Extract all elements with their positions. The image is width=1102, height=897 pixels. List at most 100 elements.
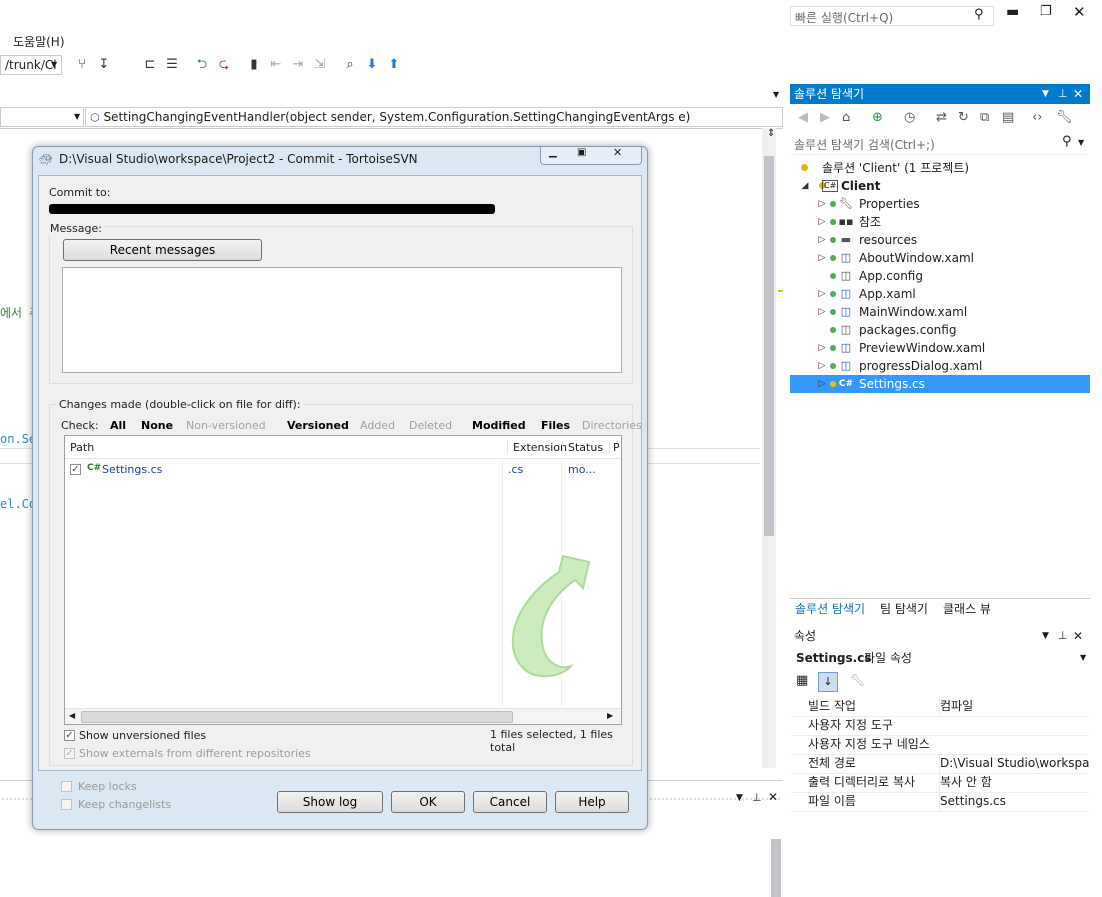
keep-locks-checkbox[interactable] bbox=[61, 781, 72, 792]
filter-added[interactable]: Added bbox=[360, 419, 395, 432]
property-value[interactable]: 컴파일 bbox=[939, 697, 1090, 716]
code-view-icon[interactable]: ‹› bbox=[1032, 110, 1042, 125]
type-combo[interactable]: ▼ bbox=[0, 107, 84, 127]
table-row[interactable]: ✓ C# Settings.cs .cs mo... bbox=[65, 462, 621, 478]
expand-arrow-icon[interactable]: ▷ bbox=[817, 357, 827, 375]
restore-button[interactable]: ❐ bbox=[1040, 4, 1052, 19]
member-combo[interactable]: ⬡ SettingChangingEventHandler(object sen… bbox=[85, 107, 783, 127]
show-unversioned-checkbox[interactable]: ✓ bbox=[64, 730, 75, 741]
split-icon[interactable]: ⇕ bbox=[767, 128, 775, 139]
help-button[interactable]: Help bbox=[555, 791, 629, 813]
tree-item[interactable]: ▷ ▬ resources bbox=[790, 231, 1090, 249]
expand-arrow-icon[interactable]: ▷ bbox=[817, 285, 827, 303]
column-status[interactable]: Status bbox=[562, 441, 603, 454]
message-textarea[interactable] bbox=[62, 267, 622, 373]
column-property[interactable]: P bbox=[609, 441, 620, 454]
collapse-icon[interactable]: ⧉ bbox=[980, 110, 989, 125]
pin-icon[interactable]: ⊥ bbox=[1058, 84, 1068, 104]
expand-arrow-icon[interactable]: ▷ bbox=[817, 249, 827, 267]
expand-arrow-icon[interactable]: ▷ bbox=[817, 213, 827, 231]
dropdown-icon[interactable]: ▼ bbox=[1042, 84, 1049, 104]
comment-icon[interactable]: ⮌ bbox=[194, 57, 210, 73]
wrench-icon[interactable]: 🔧︎ bbox=[1056, 110, 1073, 125]
filter-none[interactable]: None bbox=[141, 419, 173, 432]
close-button[interactable]: ✕ bbox=[613, 146, 622, 159]
clear-bookmark-icon[interactable]: ⇲ bbox=[312, 57, 328, 73]
close-button[interactable]: ✕ bbox=[1073, 3, 1086, 21]
back-icon[interactable]: ◀ bbox=[798, 110, 808, 125]
tree-item[interactable]: ◫ App.config bbox=[790, 267, 1090, 285]
forward-icon[interactable]: ▶ bbox=[820, 110, 830, 125]
pin-icon[interactable]: ⊥ bbox=[1058, 626, 1068, 646]
show-log-button[interactable]: Show log bbox=[277, 791, 383, 813]
solution-search-input[interactable]: 솔루션 탐색기 검색(Ctrl+;) bbox=[794, 136, 935, 153]
property-row[interactable]: 사용자 지정 도구 네임스 bbox=[790, 735, 1090, 755]
tab-team-explorer[interactable]: 팀 탐색기 bbox=[880, 599, 928, 619]
expand-arrow-icon[interactable]: ▷ bbox=[817, 339, 827, 357]
pending-changes-icon[interactable]: ⊕ bbox=[872, 110, 883, 125]
property-row[interactable]: 전체 경로 D:\Visual Studio\workspac bbox=[790, 754, 1090, 774]
sync-icon[interactable]: ⇄ bbox=[936, 110, 947, 125]
property-value[interactable]: 복사 안 함 bbox=[939, 773, 1090, 792]
outline-icon[interactable]: ☰ bbox=[164, 57, 180, 73]
column-extension[interactable]: Extension bbox=[507, 441, 567, 454]
scrollbar-thumb[interactable] bbox=[764, 156, 774, 536]
merge-icon[interactable]: ⑂ bbox=[74, 57, 90, 73]
recent-messages-button[interactable]: Recent messages bbox=[63, 239, 262, 261]
show-externals-checkbox[interactable]: ✓ bbox=[64, 748, 75, 759]
output-scrollbar[interactable] bbox=[771, 839, 781, 897]
solution-node[interactable]: 솔루션 'Client' (1 프로젝트) bbox=[790, 159, 1090, 177]
pin-icon[interactable]: ⊥ bbox=[752, 791, 762, 804]
categorized-icon[interactable]: ▦ bbox=[796, 673, 808, 688]
dropdown-icon[interactable]: ▼ bbox=[736, 793, 743, 803]
alphabetical-icon[interactable]: ↓ bbox=[818, 672, 838, 692]
filter-non-versioned[interactable]: Non-versioned bbox=[186, 419, 266, 432]
scroll-right-icon[interactable]: ▶ bbox=[607, 711, 613, 720]
property-row[interactable]: 사용자 지정 도구 bbox=[790, 716, 1090, 736]
expand-arrow-icon[interactable]: ▷ bbox=[817, 195, 827, 213]
refresh-icon[interactable]: ↻ bbox=[958, 110, 969, 125]
tree-item[interactable]: ▷ 🔧︎ Properties bbox=[790, 195, 1090, 213]
menu-help[interactable]: 도움말(H) bbox=[13, 33, 65, 50]
branch-combo[interactable]: /trunk/Cl ▼ bbox=[0, 55, 62, 75]
project-node[interactable]: ◢ C# Client bbox=[790, 177, 1090, 195]
cancel-button[interactable]: Cancel bbox=[473, 791, 547, 813]
tab-class-view[interactable]: 클래스 뷰 bbox=[943, 599, 991, 619]
filter-all[interactable]: All bbox=[110, 419, 126, 432]
file-list[interactable]: Path Extension Status P ✓ C# Settings.cs… bbox=[64, 435, 622, 725]
scrollbar-thumb[interactable] bbox=[81, 711, 513, 723]
tree-item[interactable]: ▷ ◫ AboutWindow.xaml bbox=[790, 249, 1090, 267]
find-icon[interactable]: ⌕ bbox=[342, 57, 358, 73]
tree-item[interactable]: ◫ packages.config bbox=[790, 321, 1090, 339]
filter-files[interactable]: Files bbox=[541, 419, 570, 432]
keep-changelists-checkbox[interactable] bbox=[61, 799, 72, 810]
close-icon[interactable]: ✕ bbox=[768, 790, 778, 804]
filter-deleted[interactable]: Deleted bbox=[409, 419, 452, 432]
property-value[interactable]: Settings.cs bbox=[939, 792, 1090, 811]
tree-item[interactable]: ▷ ▪▪ 참조 bbox=[790, 213, 1090, 231]
quick-launch[interactable]: 빠른 실행(Ctrl+Q) ⚲ bbox=[790, 6, 994, 26]
overflow-chevron-icon[interactable]: ▼ bbox=[773, 90, 779, 99]
arrow-down-icon[interactable]: ⬇ bbox=[364, 57, 380, 73]
quick-launch-input[interactable]: 빠른 실행(Ctrl+Q) bbox=[795, 9, 893, 26]
home-icon[interactable]: ⌂ bbox=[842, 110, 850, 125]
expand-arrow-icon[interactable]: ▷ bbox=[817, 231, 827, 249]
scroll-left-icon[interactable]: ◀ bbox=[69, 711, 75, 720]
tree-item[interactable]: ▷ ◫ progressDialog.xaml bbox=[790, 357, 1090, 375]
close-icon[interactable]: ✕ bbox=[1073, 626, 1083, 646]
show-all-icon[interactable]: ▤ bbox=[1002, 110, 1014, 125]
chevron-down-icon[interactable]: ▼ bbox=[1078, 138, 1084, 147]
history-icon[interactable]: ◷ bbox=[904, 110, 915, 125]
expand-arrow-icon[interactable]: ▷ bbox=[817, 375, 827, 393]
dropdown-icon[interactable]: ▼ bbox=[1042, 626, 1049, 646]
file-checkbox[interactable]: ✓ bbox=[70, 464, 81, 475]
expand-arrow-icon[interactable]: ▷ bbox=[817, 303, 827, 321]
next-bookmark-icon[interactable]: ⇥ bbox=[290, 57, 306, 73]
editor-scrollbar[interactable] bbox=[762, 128, 783, 768]
align-icon[interactable]: ⊏ bbox=[142, 57, 158, 73]
file-list-hscrollbar[interactable]: ◀ ▶ bbox=[65, 708, 621, 724]
filter-modified[interactable]: Modified bbox=[472, 419, 526, 432]
property-pages-icon[interactable]: 🔧︎ bbox=[850, 673, 865, 687]
tree-item[interactable]: ▷ ◫ PreviewWindow.xaml bbox=[790, 339, 1090, 357]
prev-bookmark-icon[interactable]: ⇤ bbox=[268, 57, 284, 73]
